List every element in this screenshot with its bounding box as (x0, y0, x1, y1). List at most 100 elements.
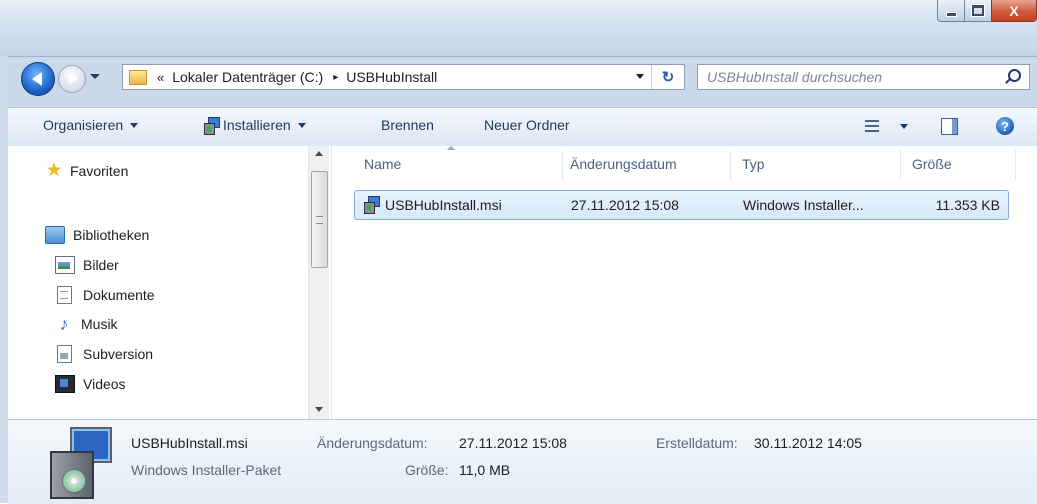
new-folder-label: Neuer Ordner (484, 117, 570, 133)
msi-icon (48, 427, 112, 499)
window-frame: X « Lokaler Datenträger (C:) ▸ USBHubIns… (0, 0, 1037, 504)
msi-icon (364, 196, 380, 214)
nav-item-label: Videos (83, 376, 126, 392)
nav-item-label: Dokumente (83, 287, 155, 303)
refresh-icon: ↻ (661, 69, 675, 86)
scroll-down-icon[interactable] (315, 407, 323, 412)
install-button[interactable]: Installieren (204, 117, 306, 135)
close-button[interactable]: X (991, 0, 1037, 22)
forward-icon (69, 73, 78, 85)
sort-ascending-icon (447, 146, 455, 150)
pictures-icon (55, 256, 75, 274)
close-icon: X (1009, 2, 1019, 19)
address-overflow-chevron[interactable]: « (157, 70, 164, 85)
minimize-button[interactable] (937, 0, 964, 22)
file-type: Windows Installer... (743, 197, 864, 213)
back-icon (31, 72, 42, 86)
breadcrumb-separator[interactable]: ▸ (333, 72, 338, 83)
details-file-name: USBHubInstall.msi (131, 435, 248, 451)
column-divider[interactable] (562, 150, 563, 180)
column-divider[interactable] (900, 150, 901, 180)
column-divider[interactable] (1015, 150, 1016, 180)
minimize-icon (946, 13, 956, 16)
refresh-button[interactable]: ↻ (651, 65, 684, 89)
preview-pane-icon[interactable] (941, 118, 958, 135)
new-folder-button[interactable]: Neuer Ordner (484, 117, 570, 133)
subversion-icon (57, 345, 72, 363)
command-bar: Organisieren Installieren Brennen Neuer … (8, 107, 1037, 147)
file-name: USBHubInstall.msi (385, 197, 502, 213)
library-icon (45, 226, 65, 244)
nav-item-videos[interactable]: Videos (55, 375, 126, 393)
search-icon[interactable] (1008, 69, 1021, 82)
column-header-size[interactable]: Größe (912, 156, 952, 172)
nav-item-documents[interactable]: Dokumente (55, 286, 155, 304)
details-size-label: Größe: (405, 462, 449, 478)
nav-item-subversion[interactable]: Subversion (55, 345, 153, 363)
nav-item-label: Bilder (83, 257, 119, 273)
column-size-label: Größe (912, 156, 952, 172)
column-header-modified[interactable]: Änderungsdatum (570, 156, 677, 172)
views-dropdown[interactable] (900, 124, 908, 129)
caption-buttons: X (937, 0, 1037, 22)
file-modified: 27.11.2012 15:08 (571, 197, 679, 213)
star-icon: ★ (45, 160, 63, 181)
burn-label: Brennen (381, 117, 434, 133)
nav-item-label: Subversion (83, 346, 154, 362)
column-header-type[interactable]: Typ (742, 156, 765, 172)
details-modified-value: 27.11.2012 15:08 (459, 435, 567, 451)
search-input[interactable]: USBHubInstall durchsuchen (697, 64, 1030, 90)
nav-item-pictures[interactable]: Bilder (55, 256, 119, 274)
help-glyph: ? (1001, 118, 1009, 134)
frame-border-left (0, 56, 8, 503)
details-size-value: 11,0 MB (459, 462, 511, 478)
organize-button[interactable]: Organisieren (43, 117, 139, 133)
maximize-icon (972, 5, 984, 16)
nav-libraries-label: Bibliotheken (73, 227, 150, 243)
folder-icon (129, 69, 147, 85)
scroll-up-icon[interactable] (315, 151, 323, 156)
navigation-pane: ★ Favoriten Bibliotheken Bilder Dokument… (8, 146, 332, 419)
details-file-type: Windows Installer-Paket (131, 462, 282, 478)
address-bar[interactable]: « Lokaler Datenträger (C:) ▸ USBHubInsta… (122, 64, 685, 90)
install-label: Installieren (223, 117, 291, 133)
title-bar[interactable] (0, 0, 1037, 57)
column-modified-label: Änderungsdatum (570, 156, 677, 172)
nav-item-favorites[interactable]: ★ Favoriten (45, 160, 129, 181)
details-created-value: 30.11.2012 14:05 (754, 435, 862, 451)
nav-favorites-label: Favoriten (70, 163, 129, 179)
msi-icon-disc (62, 469, 86, 493)
search-placeholder: USBHubInstall durchsuchen (707, 69, 883, 85)
help-icon[interactable]: ? (996, 117, 1014, 135)
chevron-down-icon (297, 122, 306, 128)
column-divider[interactable] (730, 150, 731, 180)
videos-icon (55, 375, 75, 393)
views-icon[interactable] (865, 119, 879, 133)
nav-item-libraries[interactable]: Bibliotheken (45, 226, 149, 244)
details-created-label: Erstelldatum: (656, 435, 738, 451)
nav-item-music[interactable]: ♪ Musik (55, 314, 118, 334)
breadcrumb-drive[interactable]: Lokaler Datenträger (C:) (172, 69, 323, 85)
back-button[interactable] (21, 62, 55, 96)
grip-icon (316, 216, 323, 224)
chevron-down-icon (130, 122, 139, 128)
file-row[interactable]: USBHubInstall.msi 27.11.2012 15:08 Windo… (354, 190, 1009, 220)
column-name-label: Name (364, 156, 402, 172)
file-list[interactable]: Name Änderungsdatum Typ Größe USBHubInst… (332, 146, 1037, 419)
scroll-thumb[interactable] (311, 171, 328, 268)
recent-pages-dropdown[interactable] (90, 74, 100, 79)
music-icon: ♪ (59, 314, 69, 334)
file-size: 11.353 KB (935, 197, 1000, 213)
details-pane: USBHubInstall.msi Windows Installer-Pake… (8, 419, 1037, 504)
organize-label: Organisieren (43, 117, 124, 133)
breadcrumb-folder[interactable]: USBHubInstall (346, 69, 437, 85)
burn-button[interactable]: Brennen (381, 117, 434, 133)
nav-scrollbar[interactable] (308, 146, 329, 419)
forward-button[interactable] (58, 65, 86, 93)
msi-icon (204, 117, 220, 135)
address-dropdown-button[interactable] (636, 74, 644, 79)
column-header-name[interactable]: Name (364, 156, 401, 172)
maximize-button[interactable] (964, 0, 991, 22)
document-icon (57, 286, 72, 304)
nav-item-label: Musik (81, 316, 118, 332)
